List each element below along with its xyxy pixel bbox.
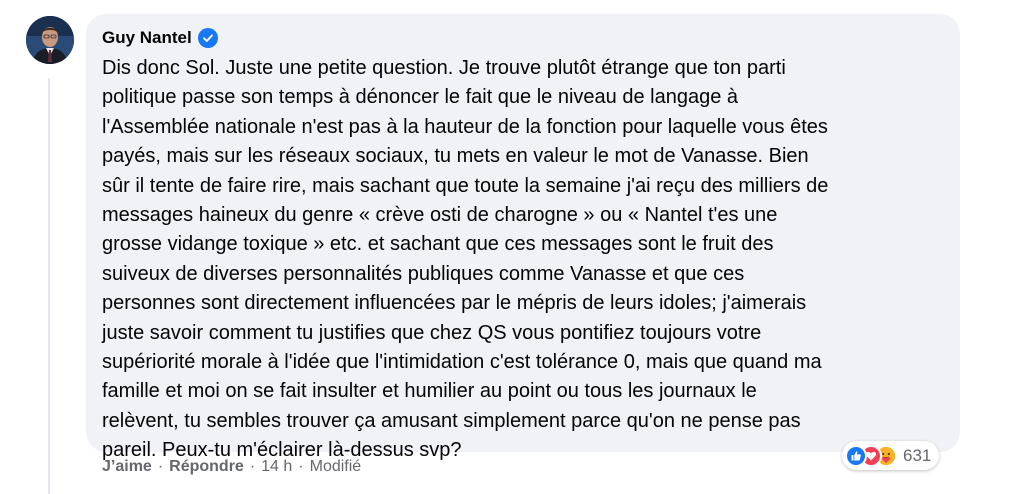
edited-label: Modifié [309,458,362,475]
reactions-summary[interactable]: 631 [842,441,940,470]
comment-text-line: Dis donc Sol. Juste une petite question.… [102,57,786,79]
comment-text-line: relèvent, tu sembles trouver ça amusant … [102,409,801,432]
comment-text-line: l'Assemblée nationale n'est pas à la hau… [102,115,828,138]
comment-actions: J’aime · Répondre · 14 h · Modifié [102,458,361,476]
separator: · [157,458,164,475]
like-button[interactable]: J’aime [102,458,152,476]
comment-bubble: Guy Nantel Dis donc Sol. Juste une petit… [86,14,960,461]
comment-text-line: juste savoir comment tu justifies que ch… [102,321,762,344]
verified-badge-icon [197,28,218,48]
comment-text-line: famille et moi on se fait insulter et hu… [102,380,757,403]
comment-text-line: payés, mais sur les réseaux sociaux, tu … [102,145,809,168]
separator: · [249,458,256,475]
comment-text-line: sûr il tente de faire rire, mais sachant… [102,174,829,197]
reaction-count: 631 [903,445,932,465]
comment-text-line: grosse vidange toxique » etc. et sachant… [102,233,774,256]
comment-text: Dis donc Sol. Juste une petite question.… [102,54,952,466]
separator: · [298,458,304,475]
thread-line [48,78,50,494]
timestamp-link[interactable]: 14 h [261,458,292,476]
author-row: Guy Nantel [102,26,218,50]
comment-text-line: messages haineux du genre « crève osti d… [102,204,778,227]
author-name[interactable]: Guy Nantel [102,28,192,48]
reply-button[interactable]: Répondre [169,458,244,476]
like-icon [845,444,867,467]
comment-text-line: politique passe son temps à dénoncer le … [102,86,739,109]
avatar-portrait-icon [26,16,74,64]
avatar[interactable] [26,16,74,64]
comment-text-line: suiveux de diverses personnalités publiq… [102,262,745,285]
comment-text-line: personnes sont directement influencées p… [102,292,807,315]
comment-text-line: supériorité morale à l'idée que l'intimi… [102,351,822,374]
